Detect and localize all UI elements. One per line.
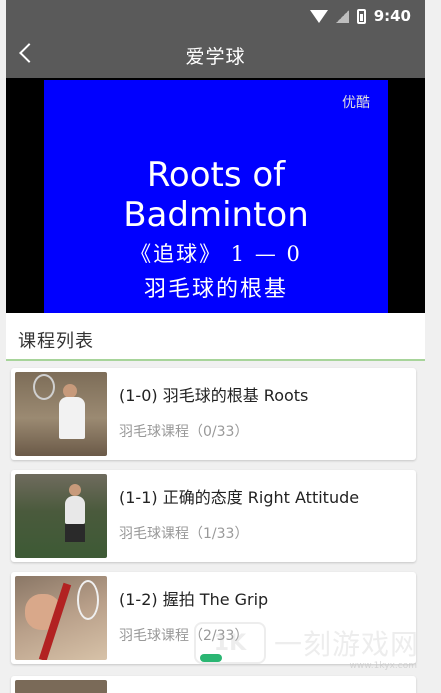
player-figure-head: [69, 484, 81, 496]
page-title: 爱学球: [185, 46, 246, 68]
player-figure: [59, 397, 85, 439]
lesson-card[interactable]: (1-1) 正确的态度 Right Attitude 羽毛球课程（1/33）: [11, 470, 416, 562]
video-text-line-4: 羽毛球的根基: [143, 277, 288, 302]
player-shorts: [65, 524, 85, 542]
watermark: 1K 一刻游戏网: [193, 622, 419, 664]
battery-icon: [356, 8, 366, 24]
watermark-text: 一刻游戏网: [273, 628, 419, 661]
status-bar: 9:40: [6, 0, 425, 32]
player-figure: [65, 496, 85, 524]
watermark-logo: 1K: [193, 622, 266, 664]
course-list-header: 课程列表: [6, 313, 425, 361]
wifi-icon: [309, 9, 328, 23]
lesson-title: (1-1) 正确的态度 Right Attitude: [119, 488, 360, 507]
app-bar: 爱学球: [6, 32, 425, 78]
video-text-line-3: 《追球》 1 — 0: [130, 242, 302, 266]
course-list-title: 课程列表: [18, 331, 94, 352]
lesson-card[interactable]: (1-0) 羽毛球的根基 Roots 羽毛球课程（0/33）: [11, 368, 416, 460]
lesson-progress: 羽毛球课程（1/33）: [119, 526, 249, 542]
player-figure-head: [63, 384, 77, 398]
lesson-thumbnail: [15, 576, 107, 660]
lesson-progress: 羽毛球课程（0/33）: [119, 424, 249, 440]
lesson-title: (1-2) 握拍 The Grip: [119, 590, 269, 609]
video-frame[interactable]: 优酷 Roots of Badminton 《追球》 1 — 0 羽毛球的根基: [44, 80, 388, 313]
lesson-title: (1-0) 羽毛球的根基 Roots: [119, 386, 309, 405]
status-icons: 9:40: [309, 7, 411, 25]
lesson-thumbnail: [15, 474, 107, 558]
video-brand-logo: 优酷: [342, 95, 370, 111]
lesson-thumbnail: [15, 680, 107, 693]
lesson-thumbnail: [15, 372, 107, 456]
racket-icon: [33, 374, 55, 400]
video-text-line-2: Badminton: [123, 195, 309, 235]
video-player[interactable]: 优酷 Roots of Badminton 《追球》 1 — 0 羽毛球的根基: [6, 78, 425, 313]
watermark-url: www.1kyx.com: [349, 661, 417, 671]
racket-icon: [77, 580, 99, 620]
lesson-card-partial[interactable]: [11, 676, 416, 693]
status-time: 9:40: [373, 7, 411, 25]
signal-icon: [335, 9, 349, 23]
video-text-line-1: Roots of: [146, 155, 286, 195]
